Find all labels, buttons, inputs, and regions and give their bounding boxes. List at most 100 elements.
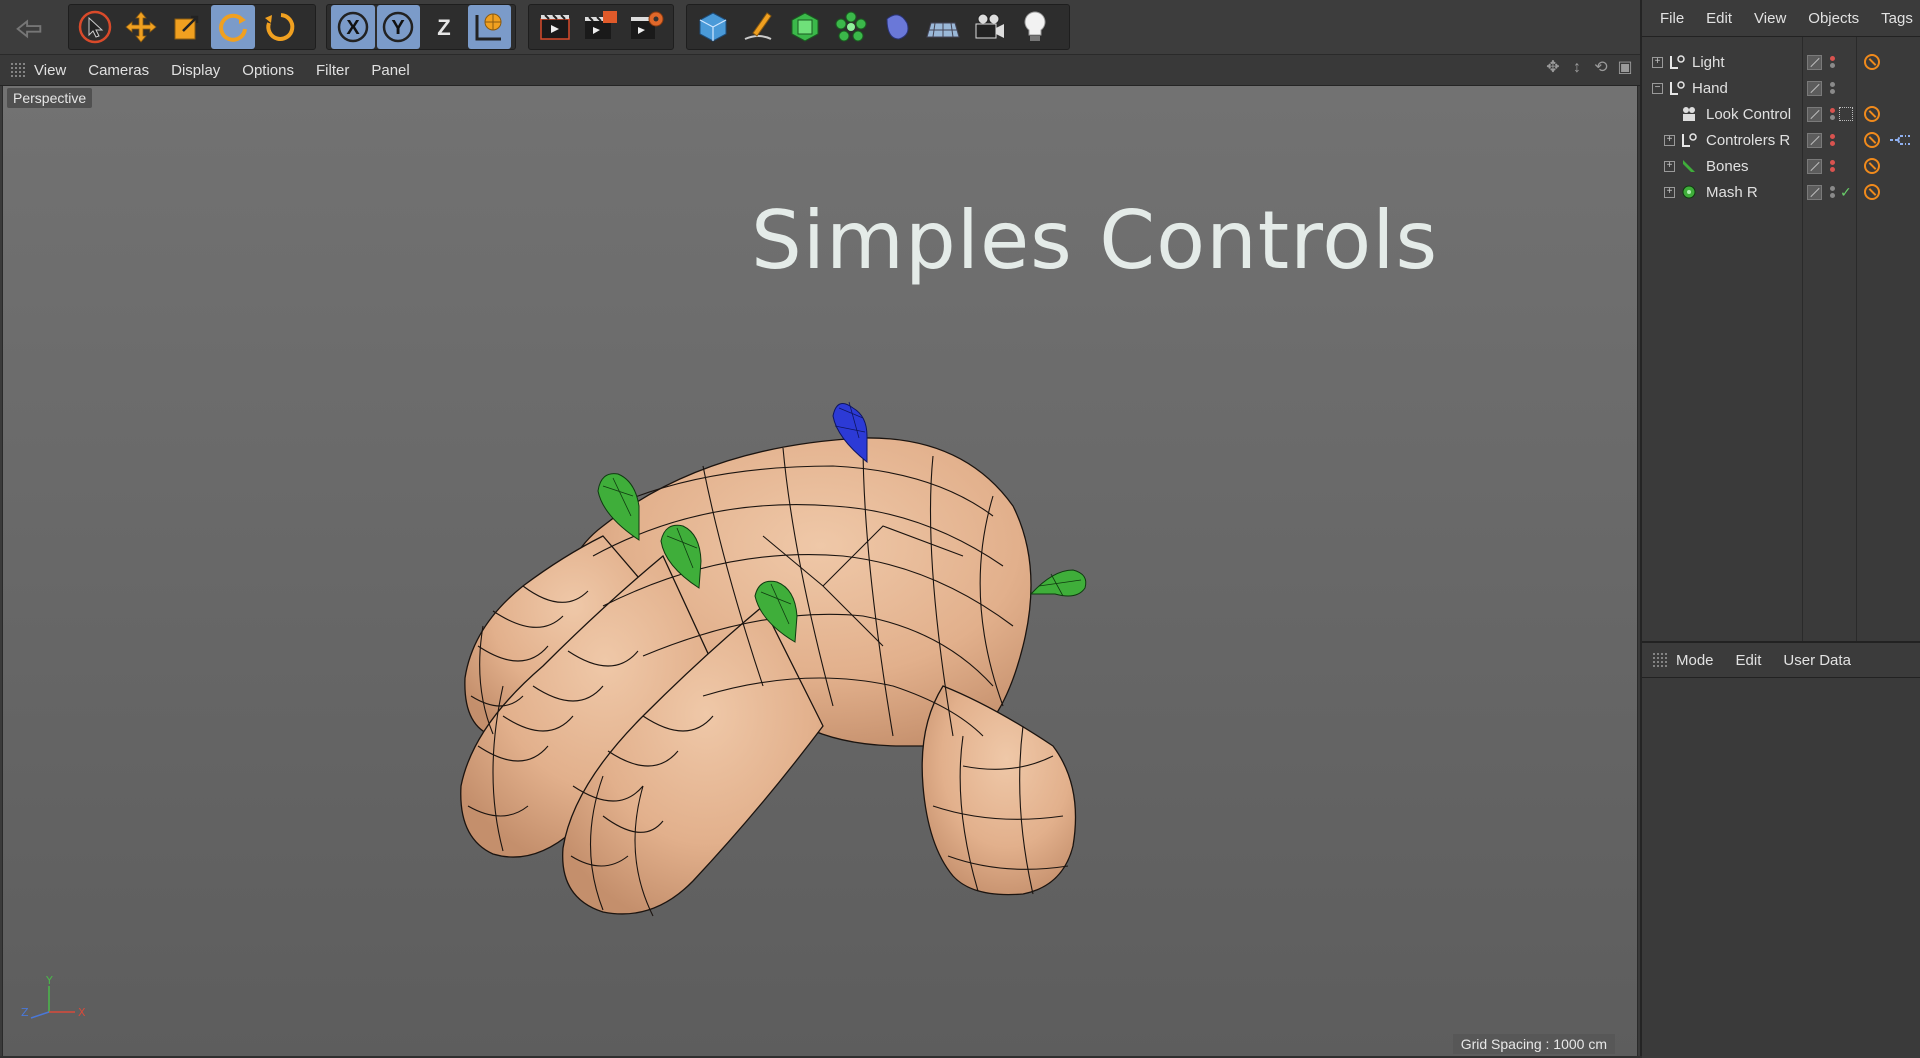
object-name[interactable]: Controlers R (1706, 132, 1790, 149)
z-axis-button[interactable]: Z (422, 5, 466, 49)
object-row-controlers-r[interactable]: + Controlers R (1642, 127, 1920, 153)
y-axis-icon: Y (383, 11, 414, 43)
expand-toggle[interactable]: + (1664, 160, 1675, 172)
menu-panel[interactable]: Panel (371, 62, 409, 79)
visibility-dots[interactable] (1830, 106, 1836, 122)
menu-view[interactable]: View (34, 62, 66, 79)
scale-tool-button[interactable] (165, 5, 209, 49)
layer-visibility-toggle[interactable] (1807, 132, 1822, 148)
scale-icon (174, 15, 199, 40)
render-picture-viewer-button[interactable] (579, 5, 623, 49)
null-object-icon (1670, 55, 1685, 69)
am-menu-edit[interactable]: Edit (1736, 652, 1762, 669)
layer-visibility-toggle[interactable] (1807, 106, 1822, 122)
render-settings-button[interactable] (625, 5, 669, 49)
om-menu-tags[interactable]: Tags (1881, 10, 1913, 27)
layer-visibility-toggle[interactable] (1807, 80, 1822, 96)
panel-grip-icon[interactable] (1652, 652, 1668, 668)
subdivision-button[interactable] (783, 5, 827, 49)
object-name[interactable]: Bones (1706, 158, 1749, 175)
world-coordinates-button[interactable] (467, 5, 511, 49)
object-row-hand[interactable]: − Hand (1642, 75, 1920, 101)
target-tag-icon[interactable] (1839, 107, 1853, 121)
x-axis-icon: X (337, 11, 368, 43)
dolly-icon[interactable]: ↕ (1568, 59, 1586, 77)
orbit-icon[interactable]: ⟲ (1592, 59, 1610, 77)
am-menu-user-data[interactable]: User Data (1783, 652, 1851, 669)
layer-visibility-toggle[interactable] (1807, 54, 1822, 70)
forbidden-tag-icon[interactable] (1864, 54, 1880, 70)
select-tool-button[interactable] (73, 5, 117, 49)
hand-mesh[interactable] (460, 437, 1077, 917)
menu-options[interactable]: Options (242, 62, 294, 79)
create-group (686, 4, 1070, 50)
maximize-view-icon[interactable]: ▣ (1616, 59, 1634, 77)
visibility-dots[interactable] (1830, 158, 1836, 174)
visibility-dots[interactable] (1830, 54, 1836, 70)
menu-display[interactable]: Display (171, 62, 220, 79)
menu-filter[interactable]: Filter (316, 62, 349, 79)
forbidden-tag-icon[interactable] (1864, 106, 1880, 122)
visibility-dots[interactable] (1830, 132, 1836, 148)
rotate-alt-tool-button[interactable] (257, 5, 301, 49)
object-name[interactable]: Light (1692, 54, 1725, 71)
expand-toggle[interactable]: + (1652, 56, 1663, 68)
camera-button[interactable] (967, 5, 1011, 49)
rotate-tool-button[interactable] (211, 5, 255, 49)
visibility-dots[interactable] (1830, 80, 1836, 96)
forbidden-tag-icon[interactable] (1864, 184, 1880, 200)
perspective-viewport[interactable]: Perspective Simples Controls Y X Z Grid … (2, 86, 1638, 1056)
move-tool-button[interactable] (119, 5, 163, 49)
collapse-toggle[interactable]: − (1652, 82, 1663, 94)
forbidden-tag-icon[interactable] (1864, 132, 1880, 148)
object-name[interactable]: Mash R (1706, 184, 1758, 201)
light-button[interactable] (1013, 5, 1057, 49)
layer-visibility-toggle[interactable] (1807, 158, 1822, 174)
hand-model[interactable] (3, 86, 1637, 1056)
main-toolbar: X Y Z (0, 0, 1640, 55)
undo-button[interactable] (6, 6, 52, 48)
object-row-bones[interactable]: + Bones (1642, 153, 1920, 179)
null-object-icon (1670, 81, 1685, 95)
axis-z-label: Z (21, 1006, 29, 1019)
visibility-dots[interactable] (1830, 184, 1836, 200)
render-view-button[interactable] (533, 5, 577, 49)
x-axis-button[interactable]: X (331, 5, 375, 49)
array-cloner-button[interactable] (829, 5, 873, 49)
panel-grip-icon[interactable] (10, 62, 26, 78)
object-row-mash-r[interactable]: + Mash R ✓ (1642, 179, 1920, 205)
om-menu-file[interactable]: File (1660, 10, 1684, 27)
select-arrow-icon (78, 10, 112, 44)
floor-scene-icon (926, 22, 960, 38)
om-menu-view[interactable]: View (1754, 10, 1786, 27)
expand-toggle[interactable]: + (1664, 186, 1675, 198)
object-manager-list[interactable]: + Light − Hand Look Control + Controlers… (1642, 37, 1920, 643)
viewport-menu-bar: View Cameras Display Options Filter Pane… (0, 55, 1640, 86)
pen-spline-button[interactable] (737, 5, 781, 49)
transform-tools-group (68, 4, 316, 50)
layer-visibility-toggle[interactable] (1807, 184, 1822, 200)
deformer-icon (886, 14, 909, 40)
object-name[interactable]: Hand (1692, 80, 1728, 97)
om-menu-edit[interactable]: Edit (1706, 10, 1732, 27)
object-row-look-control[interactable]: Look Control (1642, 101, 1920, 127)
svg-text:X: X (346, 17, 360, 39)
forbidden-tag-icon[interactable] (1864, 158, 1880, 174)
enabled-check-icon[interactable]: ✓ (1840, 184, 1852, 201)
attribute-manager-body (1642, 678, 1920, 1058)
y-axis-button[interactable]: Y (376, 5, 420, 49)
xpresso-tag-icon[interactable] (1888, 132, 1912, 148)
deformer-button[interactable] (875, 5, 919, 49)
thumb-controller[interactable] (1029, 569, 1087, 597)
object-name[interactable]: Look Control (1706, 106, 1791, 123)
light-bulb-icon (1024, 11, 1046, 41)
om-menu-objects[interactable]: Objects (1808, 10, 1859, 27)
floor-scene-button[interactable] (921, 5, 965, 49)
undo-icon (16, 19, 42, 39)
menu-cameras[interactable]: Cameras (88, 62, 149, 79)
pan-icon[interactable]: ✥ (1544, 59, 1562, 77)
am-menu-mode[interactable]: Mode (1676, 652, 1714, 669)
object-row-light[interactable]: + Light (1642, 49, 1920, 75)
cube-button[interactable] (691, 5, 735, 49)
expand-toggle[interactable]: + (1664, 134, 1675, 146)
